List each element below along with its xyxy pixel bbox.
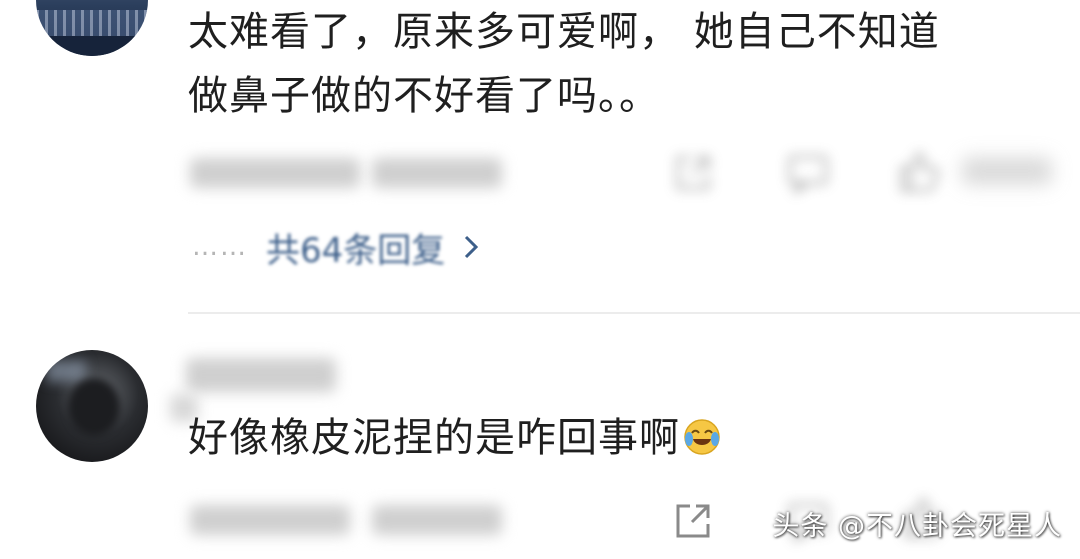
avatar-image xyxy=(36,36,148,56)
comment-timestamp-blurred xyxy=(190,505,350,535)
view-replies-link[interactable]: …… 共64条回复 xyxy=(192,222,479,272)
replies-count-label[interactable]: 共64条回复 xyxy=(266,223,445,272)
comment-text-line: 太难看了，原来多可爱啊， 她自己不知道 xyxy=(188,9,940,55)
share-icon xyxy=(676,156,710,190)
comment-text: 好像橡皮泥捏的是咋回事啊 xyxy=(188,406,722,470)
comment-timestamp-blurred xyxy=(190,158,360,188)
comment-icon xyxy=(788,155,828,194)
share-icon xyxy=(676,504,710,538)
comment-location-blurred xyxy=(372,505,502,535)
chevron-right-icon xyxy=(465,235,479,259)
comment-text-line: 做鼻子做的不好看了吗。。 xyxy=(188,73,660,119)
comment-location-blurred xyxy=(372,158,502,188)
share-button[interactable] xyxy=(672,500,714,542)
like-button[interactable] xyxy=(896,148,1052,194)
laugh-cry-emoji-icon xyxy=(684,419,720,455)
avatar-image xyxy=(46,360,86,382)
username-blurred[interactable] xyxy=(186,358,336,392)
comment-item: 太难看了，原来多可爱啊， 她自己不知道 做鼻子做的不好看了吗。。 …… 共64条… xyxy=(0,0,1080,312)
ellipsis: …… xyxy=(192,232,248,262)
like-count-blurred xyxy=(962,157,1052,185)
avatar-image xyxy=(36,10,148,38)
like-icon xyxy=(900,152,939,192)
share-button[interactable] xyxy=(672,152,714,194)
avatar-image xyxy=(68,378,120,436)
comment-text-line: 好像橡皮泥捏的是咋回事啊 xyxy=(188,415,680,461)
avatar[interactable] xyxy=(36,350,148,462)
watermark: 头条 @不八卦会死星人 xyxy=(772,511,1062,542)
avatar[interactable] xyxy=(36,0,148,56)
comment-text: 太难看了，原来多可爱啊， 她自己不知道 做鼻子做的不好看了吗。。 xyxy=(188,0,940,128)
comment-button[interactable] xyxy=(786,152,830,194)
